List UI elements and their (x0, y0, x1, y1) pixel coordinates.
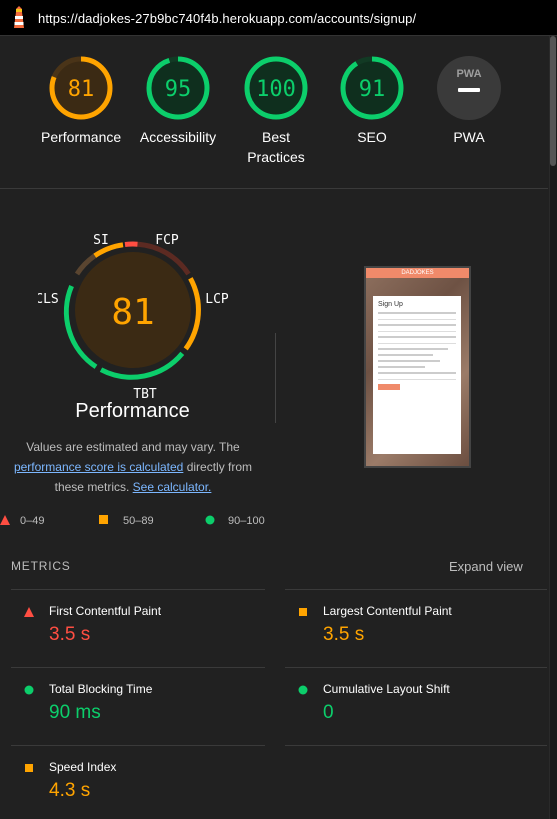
performance-detail-gauge: 81 SI FCP LCP TBT CLS (38, 233, 228, 401)
gauge-accessibility[interactable]: 95 Accessibility (138, 55, 218, 147)
legend-pass-text: 90–100 (228, 515, 265, 527)
seo-gauge-ring: 91 (340, 56, 404, 120)
score-note: Values are estimated and may vary. The p… (0, 437, 266, 497)
average-square-icon (25, 764, 33, 772)
divider (11, 745, 265, 746)
metric-name: Speed Index (49, 760, 117, 774)
metric-value: 90 ms (49, 702, 101, 723)
performance-big-score: 81 (111, 292, 154, 333)
pwa-badge-text: PWA (456, 68, 481, 80)
gauge-best-practices[interactable]: 100 Best Practices (236, 55, 316, 167)
divider (285, 667, 547, 668)
pass-circle-icon (298, 685, 308, 695)
lcp-label: LCP (205, 292, 228, 307)
seo-score: 91 (359, 77, 386, 102)
gauge-label: Accessibility (139, 129, 217, 145)
legend-average-text: 50–89 (123, 515, 154, 527)
best-practices-score: 100 (256, 77, 296, 102)
divider (285, 745, 547, 746)
performance-gauge-ring: 81 (49, 56, 113, 120)
expand-view-button[interactable]: Expand view (449, 559, 523, 574)
performance-score-link[interactable]: performance score is calculated (14, 460, 183, 474)
cls-label: CLS (38, 292, 59, 307)
divider (11, 589, 265, 590)
divider (11, 667, 265, 668)
scrollbar-thumb[interactable] (550, 36, 556, 166)
performance-score: 81 (68, 77, 95, 102)
metric-name: Total Blocking Time (49, 682, 153, 696)
url-text[interactable]: https://dadjokes-27b9bc740f4b.herokuapp.… (38, 11, 416, 26)
average-square-icon (99, 515, 108, 524)
fail-triangle-icon (0, 515, 10, 525)
divider (285, 589, 547, 590)
screenshot-card: Sign Up (373, 296, 461, 454)
gauge-label: SEO (357, 129, 387, 145)
metric-name: Largest Contentful Paint (323, 604, 452, 618)
accessibility-gauge-ring: 95 (146, 56, 210, 120)
calculator-link[interactable]: See calculator. (133, 480, 212, 494)
pass-circle-icon (24, 685, 34, 695)
gauge-label: PWA (453, 129, 485, 145)
pwa-badge-icon: PWA (437, 56, 501, 120)
gauge-seo[interactable]: 91 SEO (332, 55, 412, 147)
gauge-label: Performance (41, 129, 122, 145)
gauge-label-line2: Practices (247, 149, 305, 165)
lighthouse-icon (14, 6, 24, 28)
legend-pass: 90–100 (205, 515, 265, 527)
metric-value: 0 (323, 702, 334, 723)
metric-value: 3.5 s (323, 624, 365, 645)
vertical-separator (275, 333, 276, 423)
metrics-heading: METRICS (11, 559, 71, 573)
gauge-performance[interactable]: 81 Performance (41, 55, 121, 147)
final-screenshot[interactable]: DADJOKES Sign Up (364, 266, 471, 468)
fcp-label: FCP (155, 233, 179, 248)
address-bar[interactable]: https://dadjokes-27b9bc740f4b.herokuapp.… (0, 0, 557, 36)
divider (0, 188, 548, 189)
best-practices-gauge-ring: 100 (244, 56, 308, 120)
gauge-pwa[interactable]: PWA PWA (429, 55, 509, 147)
fail-triangle-icon (24, 607, 34, 617)
metric-name: First Contentful Paint (49, 604, 162, 618)
metric-value: 3.5 s (49, 624, 91, 645)
gauge-label: Best Practices (236, 127, 316, 167)
si-label: SI (93, 233, 109, 248)
legend-average: 50–89 (99, 515, 154, 527)
legend-fail: 0–49 (0, 515, 44, 527)
average-square-icon (299, 608, 307, 616)
legend-fail-text: 0–49 (20, 515, 45, 527)
pass-circle-icon (205, 515, 215, 525)
note-line3: these metrics. (54, 480, 133, 494)
screenshot-navbar: DADJOKES (366, 268, 469, 278)
metric-value: 4.3 s (49, 780, 91, 801)
tbt-label: TBT (133, 387, 157, 401)
metric-name: Cumulative Layout Shift (323, 682, 450, 696)
screenshot-heading: Sign Up (378, 301, 403, 308)
performance-title: Performance (75, 400, 190, 422)
gauge-label-line1: Best (261, 129, 290, 145)
note-mid: directly from (183, 460, 253, 474)
note-line1: Values are estimated and may vary. The (26, 440, 240, 454)
accessibility-score: 95 (165, 77, 192, 102)
